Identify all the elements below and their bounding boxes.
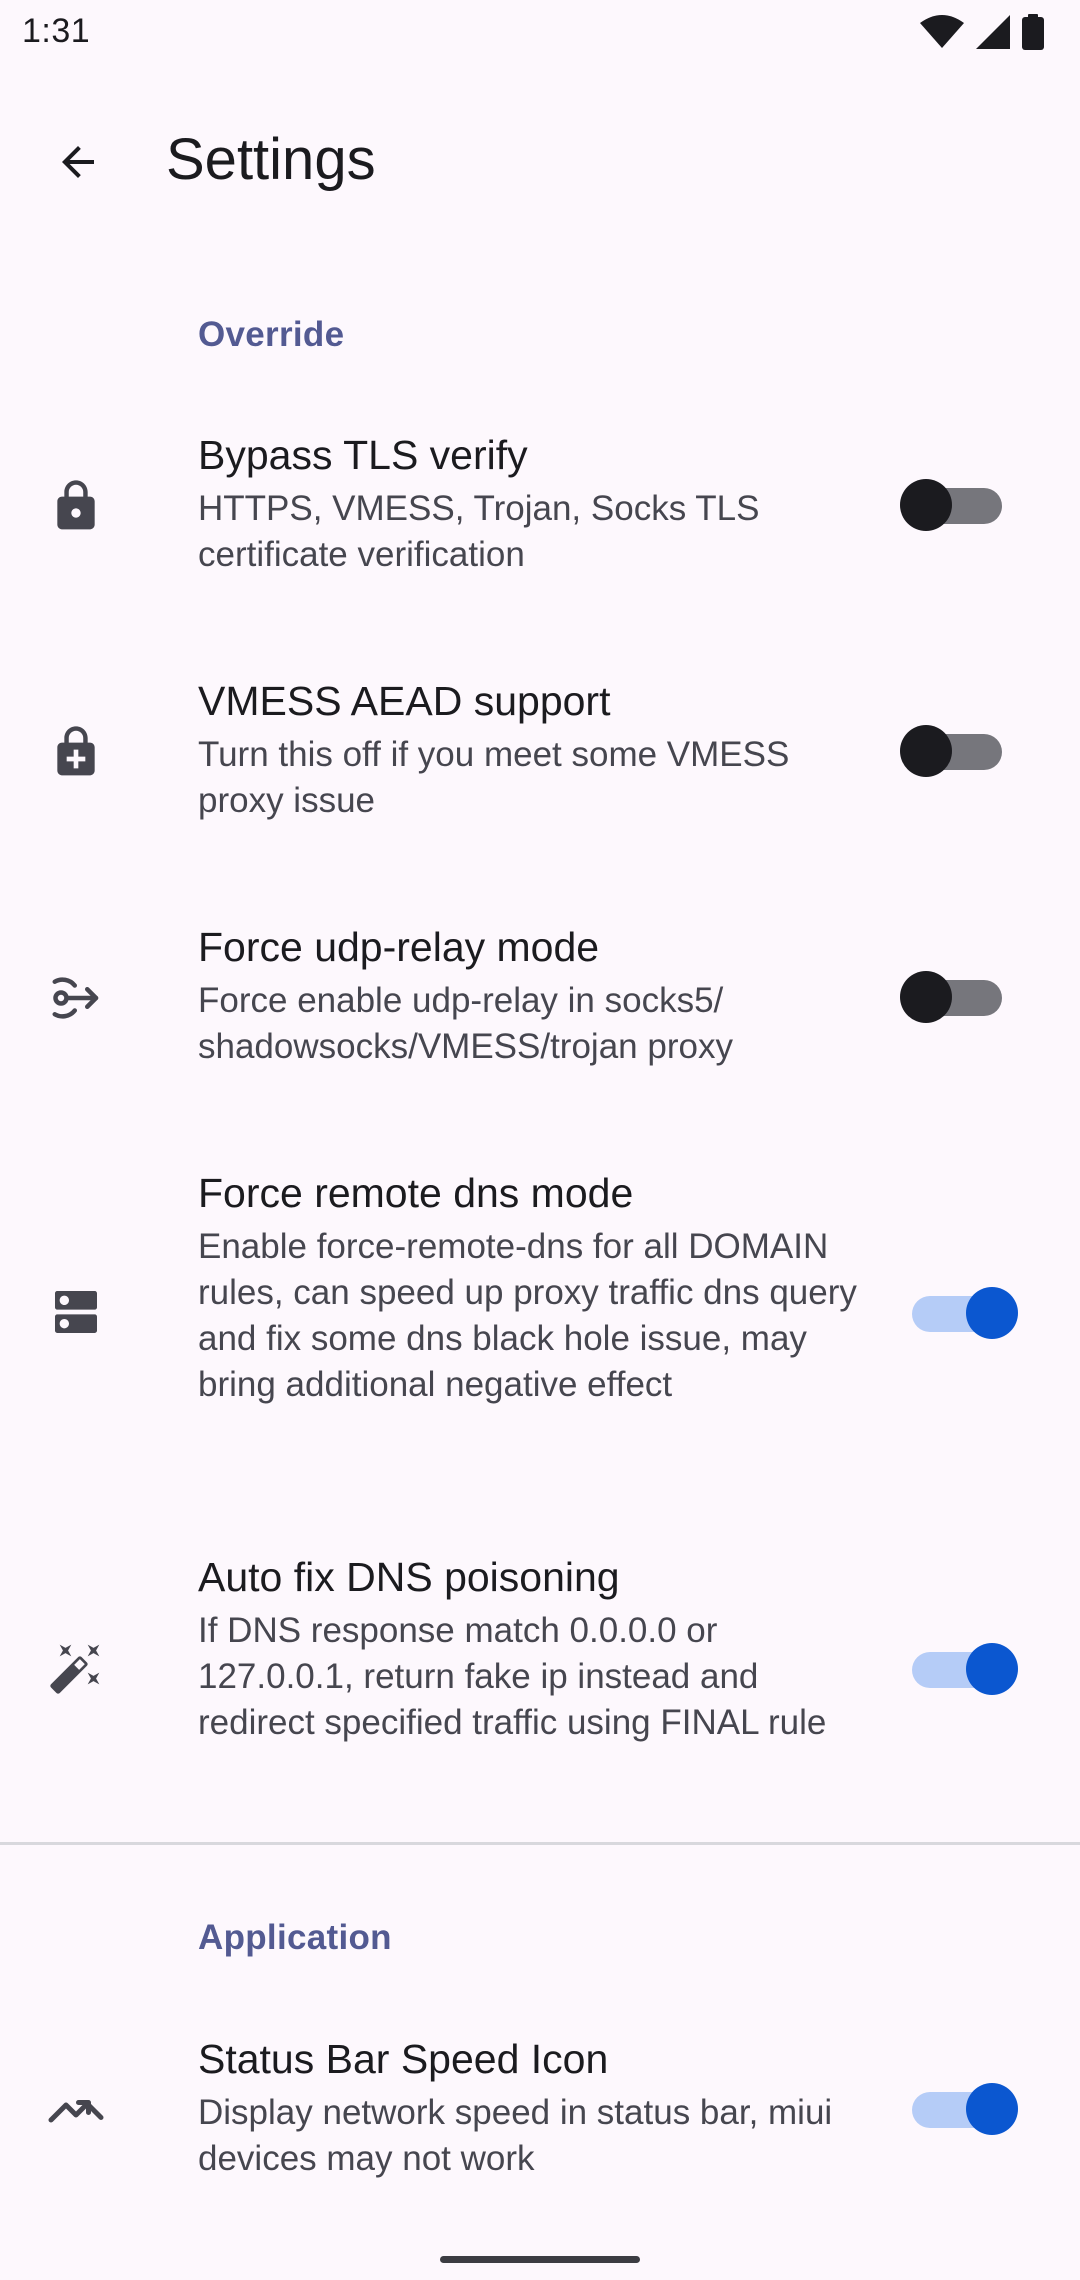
pref-text: Force udp-relay mode Force enable udp-re…: [198, 922, 868, 1070]
relay-icon: [40, 962, 112, 1034]
pref-text: Status Bar Speed Icon Display network sp…: [198, 2034, 868, 2182]
section-header-override: Override: [198, 315, 345, 354]
section-header-application: Application: [198, 1918, 392, 1957]
pref-summary: HTTPS, VMESS, Trojan, Socks TLS certific…: [198, 489, 760, 574]
pref-bypass-tls-verify[interactable]: Bypass TLS verify HTTPS, VMESS, Trojan, …: [0, 420, 1080, 590]
pref-text: Force remote dns mode Enable force-remot…: [198, 1168, 868, 1408]
pref-text: VMESS AEAD support Turn this off if you …: [198, 676, 868, 824]
pref-summary: Display network speed in status bar, miu…: [198, 2093, 833, 2178]
pref-title: Status Bar Speed Icon: [198, 2036, 609, 2082]
dns-icon: [40, 1276, 112, 1348]
pref-text: Auto fix DNS poisoning If DNS response m…: [198, 1552, 868, 1746]
status-bar: 1:31: [0, 0, 1080, 66]
lock-plus-icon: [40, 716, 112, 788]
battery-icon: [1022, 14, 1044, 50]
vmess-aead-support-switch[interactable]: [898, 718, 1018, 782]
settings-screen: 1:31 Settings Override Bypass TLS verify…: [0, 0, 1080, 2280]
pref-vmess-aead-support[interactable]: VMESS AEAD support Turn this off if you …: [0, 666, 1080, 836]
arrow-back-icon: [62, 146, 94, 178]
magic-wand-icon: [40, 1632, 112, 1704]
switch-thumb: [900, 725, 952, 777]
lock-icon: [40, 470, 112, 542]
switch-thumb: [900, 479, 952, 531]
wifi-icon: [920, 15, 964, 48]
auto-fix-dns-poisoning-switch[interactable]: [898, 1636, 1018, 1700]
pref-force-udp-relay-mode[interactable]: Force udp-relay mode Force enable udp-re…: [0, 912, 1080, 1082]
force-remote-dns-mode-switch[interactable]: [898, 1280, 1018, 1344]
gesture-nav-handle[interactable]: [440, 2256, 640, 2263]
switch-thumb: [966, 2083, 1018, 2135]
switch-thumb: [966, 1643, 1018, 1695]
pref-title: Force remote dns mode: [198, 1170, 634, 1216]
pref-summary: If DNS response match 0.0.0.0 or 127.0.0…: [198, 1611, 827, 1742]
section-divider: [0, 1842, 1080, 1845]
speed-icon: [40, 2074, 112, 2146]
pref-status-bar-speed-icon[interactable]: Status Bar Speed Icon Display network sp…: [0, 2024, 1080, 2194]
pref-text: Bypass TLS verify HTTPS, VMESS, Trojan, …: [198, 430, 868, 578]
force-udp-relay-mode-switch[interactable]: [898, 964, 1018, 1028]
pref-title: Auto fix DNS poisoning: [198, 1554, 620, 1600]
switch-thumb: [900, 971, 952, 1023]
pref-auto-fix-dns-poisoning[interactable]: Auto fix DNS poisoning If DNS response m…: [0, 1542, 1080, 1802]
status-icons: [920, 14, 1044, 50]
bypass-tls-verify-switch[interactable]: [898, 472, 1018, 536]
status-bar-speed-icon-switch[interactable]: [898, 2076, 1018, 2140]
pref-summary: Force enable udp-relay in socks5/ shadow…: [198, 981, 733, 1066]
pref-title: Bypass TLS verify: [198, 432, 528, 478]
pref-summary: Enable force-remote-dns for all DOMAIN r…: [198, 1227, 857, 1404]
pref-title: Force udp-relay mode: [198, 924, 600, 970]
cellular-signal-icon: [976, 15, 1010, 49]
status-time: 1:31: [22, 12, 91, 50]
top-app-bar: Settings: [0, 86, 1080, 226]
pref-title: VMESS AEAD support: [198, 678, 611, 724]
pref-summary: Turn this off if you meet some VMESS pro…: [198, 735, 790, 820]
switch-thumb: [966, 1287, 1018, 1339]
back-button[interactable]: [36, 120, 120, 204]
pref-force-remote-dns-mode[interactable]: Force remote dns mode Enable force-remot…: [0, 1158, 1080, 1468]
page-title: Settings: [166, 127, 376, 192]
